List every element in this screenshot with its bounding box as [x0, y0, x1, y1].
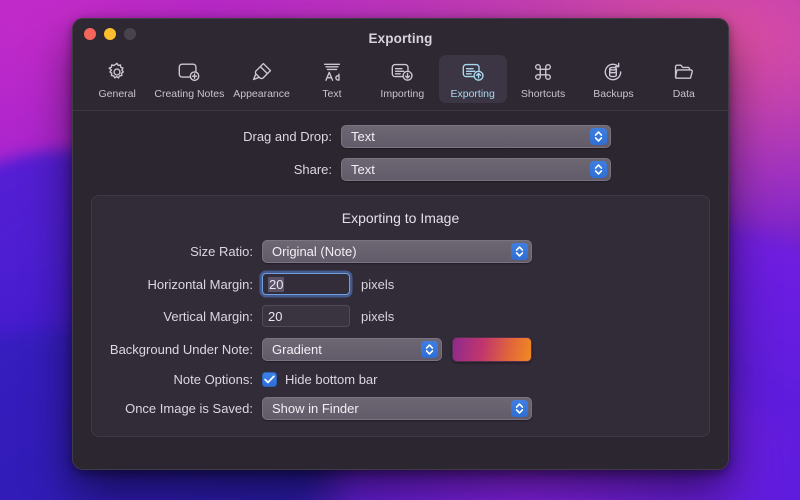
- size-ratio-value: Original (Note): [272, 244, 357, 259]
- once-image-saved-value: Show in Finder: [272, 401, 359, 416]
- row-once-image-saved: Once Image is Saved: Show in Finder: [102, 397, 699, 420]
- tab-shortcuts[interactable]: Shortcuts: [509, 55, 577, 103]
- gear-icon: [106, 59, 128, 85]
- import-note-icon: [390, 59, 414, 85]
- preferences-body: Drag and Drop: Text Share: Text Exportin…: [73, 111, 728, 469]
- background-under-note-label: Background Under Note:: [109, 342, 253, 357]
- desktop-wallpaper: Exporting General Creating Notes Appeara…: [0, 0, 800, 500]
- hide-bottom-bar-label: Hide bottom bar: [285, 372, 378, 387]
- tab-general[interactable]: General: [83, 55, 151, 103]
- paintbrush-icon: [251, 59, 273, 85]
- row-background-under-note: Background Under Note: Gradient: [102, 337, 699, 362]
- note-plus-icon: [177, 59, 201, 85]
- tab-appearance[interactable]: Appearance: [227, 55, 295, 103]
- drag-and-drop-select[interactable]: Text: [341, 125, 611, 148]
- row-note-options: Note Options: Hide bottom bar: [102, 372, 699, 387]
- tab-data[interactable]: Data: [650, 55, 718, 103]
- tab-label: Importing: [380, 88, 425, 100]
- row-drag-and-drop: Drag and Drop: Text: [91, 125, 710, 148]
- background-under-note-value: Gradient: [272, 342, 322, 357]
- size-ratio-select[interactable]: Original (Note): [262, 240, 532, 263]
- chevron-updown-icon[interactable]: [590, 161, 607, 178]
- tab-label: General: [98, 88, 136, 100]
- drag-and-drop-value: Text: [351, 129, 375, 144]
- vertical-margin-units: pixels: [361, 308, 395, 324]
- once-image-saved-select[interactable]: Show in Finder: [262, 397, 532, 420]
- tab-label: Backups: [593, 88, 634, 100]
- horizontal-margin-input[interactable]: 20: [262, 273, 350, 295]
- window-titlebar: Exporting: [73, 27, 728, 49]
- share-value: Text: [351, 162, 375, 177]
- vertical-margin-label: Vertical Margin:: [163, 308, 253, 324]
- row-vertical-margin: Vertical Margin: 20 pixels: [102, 305, 699, 327]
- tab-importing[interactable]: Importing: [368, 55, 436, 103]
- note-options-label: Note Options:: [173, 372, 254, 387]
- exporting-to-image-group: Exporting to Image Size Ratio: Original …: [91, 195, 710, 437]
- background-under-note-select[interactable]: Gradient: [262, 338, 442, 361]
- group-heading: Exporting to Image: [341, 210, 460, 226]
- minimize-button[interactable]: [104, 28, 116, 40]
- chevron-updown-icon[interactable]: [511, 400, 528, 417]
- zoom-button: [124, 28, 136, 40]
- window-chrome: Exporting General Creating Notes Appeara…: [73, 19, 728, 111]
- tab-label: Shortcuts: [520, 88, 566, 100]
- backup-restore-icon: [602, 59, 624, 85]
- text-format-icon: [321, 59, 343, 85]
- traffic-lights: [84, 28, 136, 40]
- horizontal-margin-units: pixels: [361, 276, 395, 292]
- vertical-margin-input[interactable]: 20: [262, 305, 350, 327]
- tab-label: Exporting: [450, 88, 495, 100]
- row-size-ratio: Size Ratio: Original (Note): [102, 240, 699, 263]
- drag-and-drop-label: Drag and Drop:: [243, 129, 332, 144]
- command-key-icon: [532, 59, 554, 85]
- horizontal-margin-label: Horizontal Margin:: [147, 276, 254, 292]
- window-title: Exporting: [368, 30, 433, 46]
- tab-label: Appearance: [233, 88, 290, 100]
- close-button[interactable]: [84, 28, 96, 40]
- chevron-updown-icon[interactable]: [421, 341, 438, 358]
- hide-bottom-bar-checkbox-row[interactable]: Hide bottom bar: [262, 372, 378, 387]
- vertical-margin-value: 20: [268, 308, 283, 324]
- row-share: Share: Text: [91, 158, 710, 181]
- horizontal-margin-value: 20: [268, 276, 285, 292]
- preferences-toolbar: General Creating Notes Appearance Text I…: [73, 49, 728, 110]
- size-ratio-label: Size Ratio:: [190, 244, 253, 259]
- tab-text[interactable]: Text: [298, 55, 366, 103]
- tab-label: Text: [322, 88, 342, 100]
- chevron-updown-icon[interactable]: [590, 128, 607, 145]
- once-image-saved-label: Once Image is Saved:: [125, 401, 253, 416]
- export-note-icon: [461, 59, 485, 85]
- gradient-swatch[interactable]: [452, 337, 532, 362]
- share-select[interactable]: Text: [341, 158, 611, 181]
- tab-exporting[interactable]: Exporting: [438, 55, 507, 103]
- tab-backups[interactable]: Backups: [579, 55, 647, 103]
- share-label: Share:: [293, 162, 332, 177]
- tab-label: Creating Notes: [154, 88, 225, 100]
- row-horizontal-margin: Horizontal Margin: 20 pixels: [102, 273, 699, 295]
- tab-label: Data: [672, 88, 695, 100]
- folder-icon: [673, 59, 695, 85]
- tab-creating-notes[interactable]: Creating Notes: [153, 55, 225, 103]
- hide-bottom-bar-checkbox[interactable]: [262, 372, 277, 387]
- chevron-updown-icon[interactable]: [511, 243, 528, 260]
- preferences-window: Exporting General Creating Notes Appeara…: [72, 18, 729, 470]
